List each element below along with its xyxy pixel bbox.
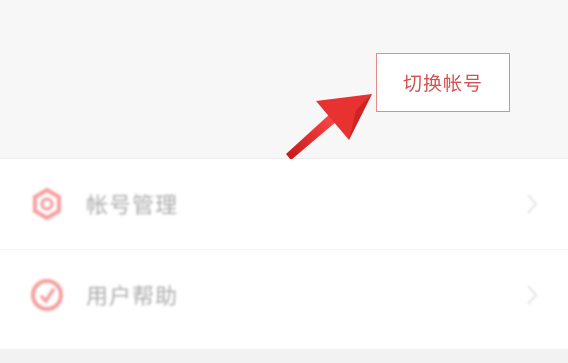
chevron-right-icon <box>527 284 538 305</box>
bottom-spacer <box>0 349 568 363</box>
menu-item-label: 用户帮助 <box>86 284 179 310</box>
help-icon <box>31 278 63 311</box>
switch-account-button[interactable]: 切换帐号 <box>376 53 510 112</box>
menu-item-account-management[interactable]: 帐号管理 <box>0 159 568 249</box>
menu-item-user-help[interactable]: 用户帮助 <box>0 249 568 339</box>
menu-item-label: 帐号管理 <box>86 194 179 219</box>
chevron-right-icon <box>527 194 538 214</box>
settings-menu: 帐号管理 用户帮助 <box>0 159 568 349</box>
switch-account-label: 切换帐号 <box>402 73 483 95</box>
gear-icon <box>33 187 61 221</box>
